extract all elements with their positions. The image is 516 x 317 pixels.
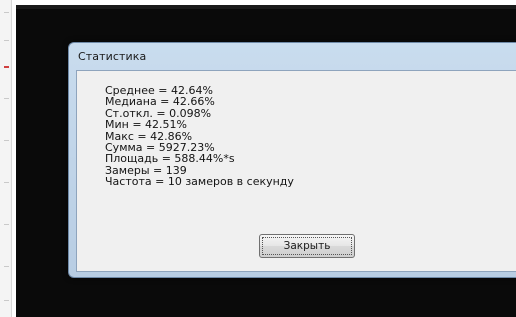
background-window-edge xyxy=(0,0,12,317)
parent-window-top-bar xyxy=(16,5,516,9)
background-separator xyxy=(4,140,9,141)
background-separator xyxy=(4,40,9,41)
background-separator xyxy=(4,300,9,301)
dialog-body: Среднее = 42.64% Медиана = 42.66% Ст.отк… xyxy=(76,70,516,272)
background-separator xyxy=(4,266,9,267)
stat-frequency: Частота = 10 замеров в секунду xyxy=(105,175,294,189)
background-separator xyxy=(4,182,9,183)
background-separator xyxy=(4,224,9,225)
statistics-dialog: Статистика Среднее = 42.64% Медиана = 42… xyxy=(68,42,516,278)
background-separator xyxy=(4,98,9,99)
background-separator xyxy=(4,12,9,13)
close-button[interactable]: Закрыть xyxy=(259,234,355,258)
background-marker xyxy=(4,66,9,68)
stat-min: Мин = 42.51% xyxy=(105,118,187,132)
dialog-title: Статистика xyxy=(78,50,147,63)
statistics-list: Среднее = 42.64% Медиана = 42.66% Ст.отк… xyxy=(105,85,294,188)
screen: Статистика Среднее = 42.64% Медиана = 42… xyxy=(0,0,516,317)
